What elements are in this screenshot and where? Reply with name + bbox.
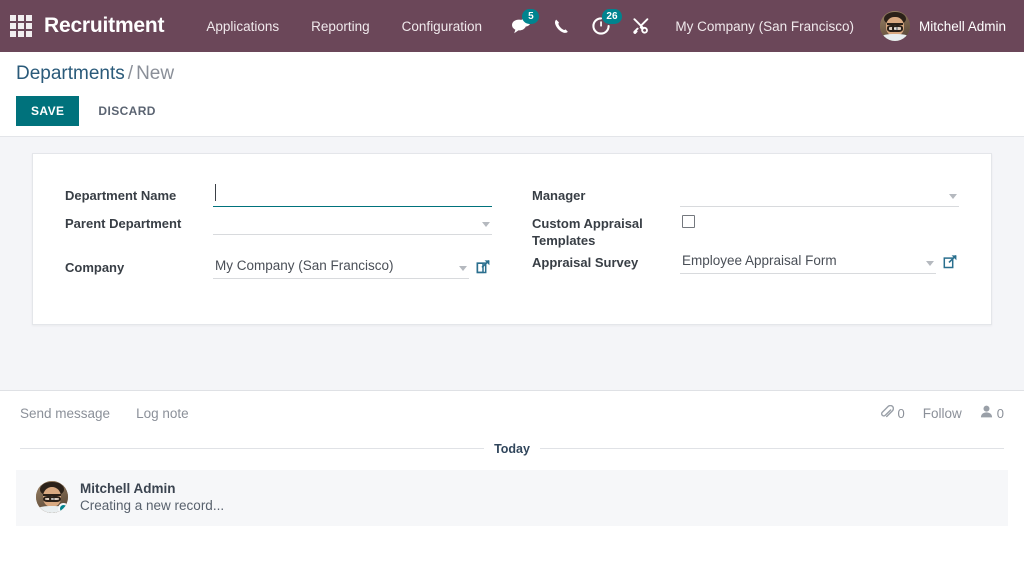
user-name-label: Mitchell Admin — [918, 18, 1006, 34]
date-separator: Today — [0, 442, 1024, 456]
follow-button[interactable]: Follow — [923, 406, 962, 421]
apps-grid-icon[interactable] — [8, 13, 34, 39]
form-content-area: Department Name Parent Department Compan… — [0, 136, 1024, 390]
custom-appraisal-templates-checkbox[interactable] — [682, 214, 695, 228]
messages-icon[interactable]: 5 — [501, 0, 541, 52]
main-menu: Applications Reporting Configuration — [190, 11, 498, 42]
field-label-company: Company — [65, 259, 125, 275]
discard-button[interactable]: DISCARD — [85, 96, 168, 126]
form-column-right: Manager Custom Appraisal Templates Appra… — [532, 181, 959, 282]
separator-rule-left — [20, 448, 485, 450]
message-author-name: Mitchell Admin — [80, 480, 176, 496]
field-label-parent-department: Parent Department — [65, 215, 182, 231]
save-button[interactable]: SAVE — [16, 95, 80, 126]
appraisal-survey-input[interactable] — [680, 248, 936, 274]
field-manager: Manager — [532, 181, 959, 210]
follower-count-value: 0 — [996, 405, 1004, 421]
separator-rule-right — [539, 448, 1005, 450]
user-avatar — [879, 11, 910, 41]
online-status-dot — [58, 502, 68, 513]
breadcrumb-item-departments[interactable]: Departments — [16, 63, 125, 84]
breadcrumb-separator: / — [127, 63, 134, 84]
menu-item-reporting[interactable]: Reporting — [295, 11, 386, 42]
attachment-count[interactable]: 0 — [880, 404, 905, 422]
log-note-button[interactable]: Log note — [136, 406, 189, 421]
app-brand-title[interactable]: Recruitment — [44, 14, 165, 38]
messages-badge: 5 — [522, 9, 540, 24]
form-column-left: Department Name Parent Department Compan… — [65, 181, 492, 282]
follower-count[interactable]: 0 — [980, 405, 1004, 421]
attachment-count-value: 0 — [897, 405, 905, 421]
chatter-toolbar: Send message Log note 0 Follow 0 — [0, 391, 1024, 434]
activity-clock-icon[interactable]: 26 — [581, 0, 622, 52]
external-link-icon[interactable] — [942, 253, 959, 270]
top-navbar: Recruitment Applications Reporting Confi… — [0, 0, 1024, 52]
record-action-buttons: SAVE DISCARD — [16, 95, 1008, 126]
field-company: Company — [65, 253, 492, 282]
company-input[interactable] — [213, 253, 469, 279]
phone-icon[interactable] — [541, 0, 581, 52]
form-sheet: Department Name Parent Department Compan… — [32, 152, 992, 325]
send-message-button[interactable]: Send message — [20, 406, 110, 421]
activity-badge: 26 — [602, 9, 622, 24]
field-custom-appraisal-templates: Custom Appraisal Templates — [532, 210, 959, 249]
field-label-manager: Manager — [532, 187, 586, 203]
breadcrumb: Departments / New — [16, 63, 1008, 85]
message-body-text: Creating a new record... — [80, 497, 225, 513]
user-menu[interactable]: Mitchell Admin — [868, 11, 1010, 41]
field-label-appraisal-survey: Appraisal Survey — [532, 254, 639, 270]
form-grid: Department Name Parent Department Compan… — [65, 181, 959, 282]
paperclip-icon — [880, 404, 894, 422]
date-separator-label: Today — [494, 441, 530, 456]
parent-department-input[interactable] — [213, 209, 492, 235]
text-cursor — [215, 183, 216, 201]
chatter: Send message Log note 0 Follow 0 Today M… — [0, 389, 1024, 526]
user-follower-icon — [980, 405, 993, 421]
control-panel: Departments / New SAVE DISCARD — [0, 52, 1024, 137]
field-spacer-left — [65, 238, 492, 254]
breadcrumb-item-current: New — [136, 63, 175, 84]
tools-wrench-icon[interactable] — [621, 0, 661, 52]
field-parent-department: Parent Department — [65, 209, 492, 238]
manager-input[interactable] — [680, 181, 959, 207]
message-author-avatar — [36, 480, 68, 513]
menu-item-configuration[interactable]: Configuration — [386, 11, 498, 42]
systray: 5 26 My Company (San Francisco) Mitchell… — [501, 0, 1010, 52]
field-appraisal-survey: Appraisal Survey — [532, 248, 959, 277]
department-name-input[interactable] — [213, 181, 492, 207]
field-label-custom-appraisal-templates: Custom Appraisal Templates — [532, 215, 643, 248]
field-label-department-name: Department Name — [65, 187, 177, 203]
menu-item-applications[interactable]: Applications — [190, 11, 295, 42]
field-department-name: Department Name — [65, 181, 492, 210]
message-item: Mitchell Admin Creating a new record... — [16, 469, 1008, 526]
company-switcher[interactable]: My Company (San Francisco) — [661, 11, 868, 42]
external-link-icon[interactable] — [475, 258, 492, 275]
